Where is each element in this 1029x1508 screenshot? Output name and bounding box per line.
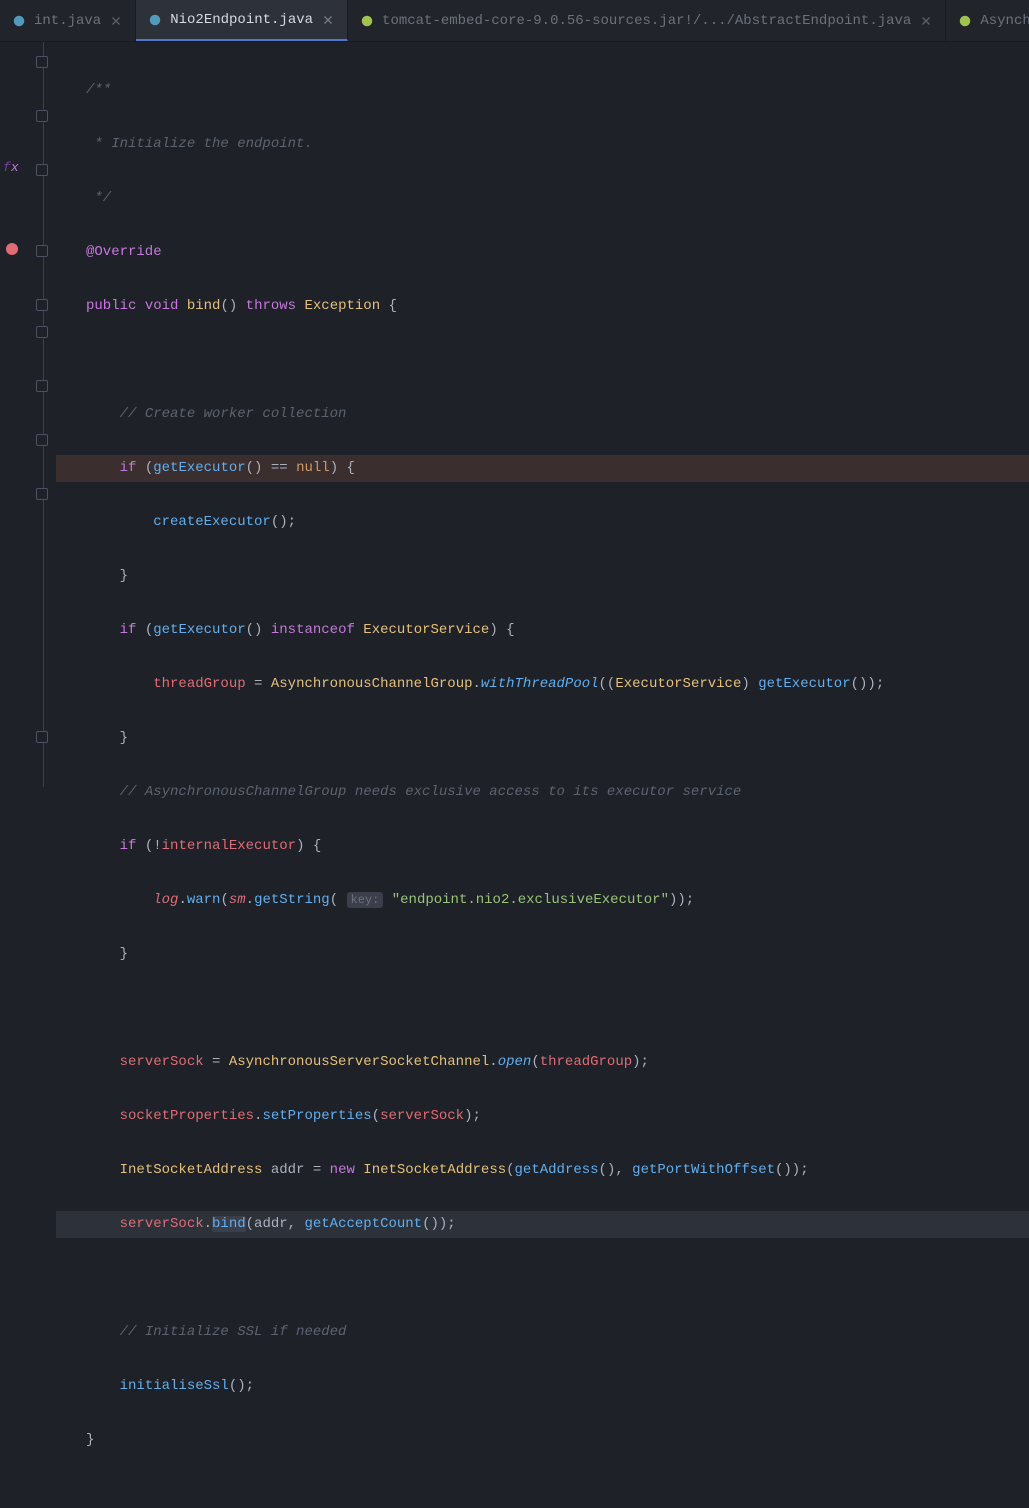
tab-nio2endpoint-java[interactable]: Nio2Endpoint.java: [136, 0, 348, 41]
close-icon[interactable]: [321, 13, 335, 27]
fold-toggle-icon[interactable]: [36, 434, 48, 446]
code-line: }: [56, 941, 1029, 968]
code-line: @Override: [56, 239, 1029, 266]
code-line: }: [56, 1427, 1029, 1454]
tab-abstractendpoint-java[interactable]: tomcat-embed-core-9.0.56-sources.jar!/..…: [348, 0, 946, 41]
code-line: socketProperties.setProperties(serverSoc…: [56, 1103, 1029, 1130]
code-line: // Create worker collection: [56, 401, 1029, 428]
code-line: log.warn(sm.getString( key: "endpoint.ni…: [56, 887, 1029, 914]
code-line: */: [56, 185, 1029, 212]
code-line: /**: [56, 77, 1029, 104]
fold-toggle-icon[interactable]: [36, 245, 48, 257]
code-line: public void bind() throws Exception {: [56, 293, 1029, 320]
code-line: }: [56, 725, 1029, 752]
code-line: // Initialize SSL if needed: [56, 1319, 1029, 1346]
code-line: serverSock.bind(addr, getAcceptCount());: [56, 1211, 1029, 1238]
code-line: if (getExecutor() == null) {: [56, 455, 1029, 482]
code-area[interactable]: /** * Initialize the endpoint. */ @Overr…: [56, 42, 1029, 787]
fold-toggle-icon[interactable]: [36, 380, 48, 392]
breakpoint-icon[interactable]: [6, 243, 18, 255]
tab-label: Nio2Endpoint.java: [170, 12, 313, 28]
fold-toggle-icon[interactable]: [36, 56, 48, 68]
code-line: }: [56, 563, 1029, 590]
tab-asynchronousserversocketcha[interactable]: AsynchronousServerSocketCha: [946, 0, 1029, 41]
java-class-icon: [360, 14, 374, 28]
code-line: threadGroup = AsynchronousChannelGroup.w…: [56, 671, 1029, 698]
editor-tabs: int.java Nio2Endpoint.java tomcat-embed-…: [0, 0, 1029, 42]
function-icon: fx: [3, 160, 19, 175]
java-file-icon: [148, 13, 162, 27]
code-line: * Initialize the endpoint.: [56, 131, 1029, 158]
inlay-hint: key:: [347, 892, 384, 908]
fold-toggle-icon[interactable]: [36, 110, 48, 122]
fold-toggle-icon[interactable]: [36, 299, 48, 311]
close-icon[interactable]: [109, 14, 123, 28]
code-line: [56, 995, 1029, 1022]
java-file-icon: [12, 14, 26, 28]
code-line: // AsynchronousChannelGroup needs exclus…: [56, 779, 1029, 806]
tab-label: int.java: [34, 13, 101, 29]
tab-label: tomcat-embed-core-9.0.56-sources.jar!/..…: [382, 13, 911, 29]
code-line: initialiseSsl();: [56, 1373, 1029, 1400]
fold-toggle-icon[interactable]: [36, 164, 48, 176]
java-class-icon: [958, 14, 972, 28]
fold-toggle-icon[interactable]: [36, 326, 48, 338]
tab-label: AsynchronousServerSocketCha: [980, 13, 1029, 29]
close-icon[interactable]: [919, 14, 933, 28]
code-line: serverSock = AsynchronousServerSocketCha…: [56, 1049, 1029, 1076]
fold-toggle-icon[interactable]: [36, 731, 48, 743]
code-line: if (!internalExecutor) {: [56, 833, 1029, 860]
code-editor[interactable]: fx /** * Initialize the endpoint. */ @Ov…: [0, 42, 1029, 787]
code-line: [56, 347, 1029, 374]
code-line: if (getExecutor() instanceof ExecutorSer…: [56, 617, 1029, 644]
code-line: [56, 1265, 1029, 1292]
code-line: InetSocketAddress addr = new InetSocketA…: [56, 1157, 1029, 1184]
code-line: createExecutor();: [56, 509, 1029, 536]
tab-int-java[interactable]: int.java: [0, 0, 136, 41]
gutter[interactable]: fx: [0, 42, 56, 787]
fold-toggle-icon[interactable]: [36, 488, 48, 500]
